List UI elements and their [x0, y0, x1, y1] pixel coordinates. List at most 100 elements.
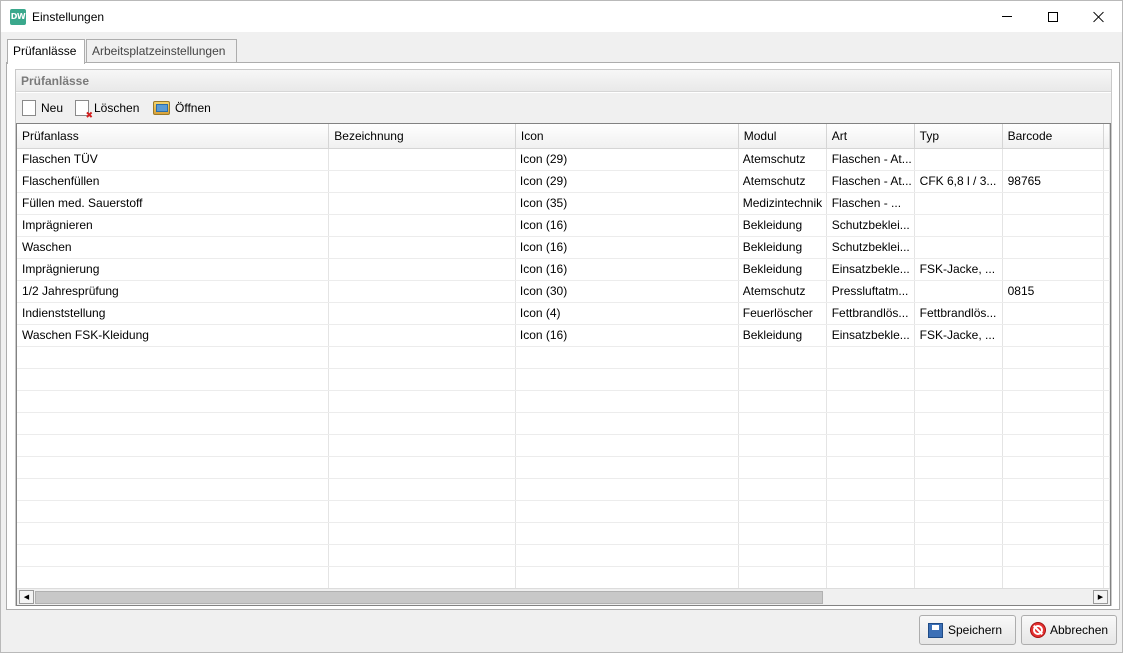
minimize-icon: [1002, 16, 1012, 17]
cancel-label: Abbrechen: [1050, 623, 1109, 637]
empty-cell: [1103, 412, 1110, 435]
cell-barcode: [1002, 324, 1104, 347]
app-logo-icon: DW: [10, 9, 26, 25]
col-header-icon[interactable]: Icon: [515, 124, 739, 149]
settings-window: DW Einstellungen Prüfanlässe Arbeitsplat…: [0, 0, 1123, 653]
table-row[interactable]: Flaschenfüllen Icon (29) Atemschutz Flasche…: [17, 170, 1110, 193]
empty-cell: [738, 390, 827, 413]
empty-cell: [1103, 368, 1110, 391]
table-row[interactable]: Imprägnieren Icon (16) Bekleidung Schutzbek…: [17, 214, 1110, 237]
empty-cell: [826, 566, 915, 589]
cell-pruefanlass: Waschen FSK-Kleidung: [17, 324, 330, 347]
empty-cell: [1002, 346, 1104, 369]
new-button[interactable]: Neu: [22, 99, 63, 117]
cell-filler: [1103, 148, 1110, 171]
open-button[interactable]: Öffnen: [153, 99, 211, 117]
cell-art: Schutzbeklei...: [826, 236, 915, 259]
scroll-right-button[interactable]: ▶: [1093, 590, 1108, 604]
col-header-typ[interactable]: Typ: [914, 124, 1003, 149]
group-title: Prüfanlässe: [16, 70, 1111, 92]
cell-art: Flaschen - At...: [826, 170, 915, 193]
col-header-filler: [1103, 124, 1110, 149]
table-row[interactable]: Waschen FSK-Kleidung Icon (16) Bekleidung E…: [17, 324, 1110, 347]
tab-pruefanlaesse[interactable]: Prüfanlässe: [7, 39, 85, 64]
table-row[interactable]: Waschen Icon (16) Bekleidung Schutzbeklei..…: [17, 236, 1110, 259]
cell-filler: [1103, 192, 1110, 215]
arrow-right-icon: ▶: [1097, 594, 1104, 601]
empty-cell: [1103, 544, 1110, 567]
empty-cell: [738, 346, 827, 369]
empty-cell: [328, 478, 516, 501]
cell-barcode: [1002, 236, 1104, 259]
table-row[interactable]: 1/2 Jahresprüfung Icon (30) Atemschutz Pres…: [17, 280, 1110, 303]
empty-cell: [1103, 390, 1110, 413]
empty-cell: [826, 412, 915, 435]
empty-cell: [738, 566, 827, 589]
col-header-modul[interactable]: Modul: [738, 124, 827, 149]
cell-pruefanlass: Füllen med. Sauerstoff: [17, 192, 330, 215]
save-button[interactable]: Speichern: [919, 615, 1016, 645]
empty-cell: [826, 478, 915, 501]
open-folder-icon: [153, 101, 170, 115]
close-icon: [1093, 11, 1105, 23]
col-header-pruefanlass[interactable]: Prüfanlass: [17, 124, 330, 149]
maximize-button[interactable]: [1030, 1, 1076, 32]
empty-cell: [826, 346, 915, 369]
empty-cell: [17, 478, 330, 501]
cancel-button[interactable]: Abbrechen: [1021, 615, 1117, 645]
scroll-left-button[interactable]: ◀: [19, 590, 34, 604]
empty-cell: [1002, 434, 1104, 457]
empty-cell: [515, 346, 739, 369]
empty-cell: [1103, 456, 1110, 479]
empty-cell: [328, 368, 516, 391]
data-grid[interactable]: Prüfanlass Bezeichnung Icon Modul Art Ty…: [16, 123, 1111, 606]
cancel-icon: [1030, 622, 1046, 638]
col-header-art[interactable]: Art: [826, 124, 915, 149]
new-document-icon: [22, 100, 36, 116]
cell-art: Pressluftatm...: [826, 280, 915, 303]
open-label: Öffnen: [175, 101, 211, 115]
empty-row: [17, 478, 1110, 501]
table-row[interactable]: Füllen med. Sauerstoff Icon (35) Medizinte…: [17, 192, 1110, 215]
close-button[interactable]: [1076, 1, 1122, 32]
col-header-bezeichnung[interactable]: Bezeichnung: [328, 124, 516, 149]
empty-cell: [328, 390, 516, 413]
empty-cell: [738, 368, 827, 391]
cell-art: Einsatzbekle...: [826, 258, 915, 281]
empty-row: [17, 346, 1110, 369]
empty-cell: [17, 434, 330, 457]
empty-cell: [1103, 346, 1110, 369]
empty-cell: [914, 412, 1003, 435]
empty-cell: [738, 478, 827, 501]
cell-filler: [1103, 324, 1110, 347]
empty-cell: [826, 500, 915, 523]
col-header-barcode[interactable]: Barcode: [1002, 124, 1104, 149]
cell-icon: Icon (29): [515, 148, 739, 171]
empty-cell: [1002, 544, 1104, 567]
empty-row: [17, 566, 1110, 589]
cell-modul: Bekleidung: [738, 236, 827, 259]
cell-barcode: 0815: [1002, 280, 1104, 303]
cell-pruefanlass: Imprägnieren: [17, 214, 330, 237]
empty-row: [17, 500, 1110, 523]
minimize-button[interactable]: [984, 1, 1030, 32]
table-row[interactable]: Flaschen TÜV Icon (29) Atemschutz Flaschen …: [17, 148, 1110, 171]
header-row: Prüfanlass Bezeichnung Icon Modul Art Ty…: [17, 124, 1110, 149]
tab-arbeitsplatzeinstellungen[interactable]: Arbeitsplatzeinstellungen: [86, 39, 237, 62]
empty-row: [17, 522, 1110, 545]
table-row[interactable]: Indienststellung Icon (4) Feuerlöscher Fett…: [17, 302, 1110, 325]
arrow-left-icon: ◀: [23, 594, 30, 601]
empty-row: [17, 368, 1110, 391]
table-row[interactable]: Imprägnierung Icon (16) Bekleidung Einsatzb…: [17, 258, 1110, 281]
empty-cell: [17, 390, 330, 413]
scrollbar-thumb[interactable]: [35, 591, 823, 604]
delete-button[interactable]: Löschen: [75, 99, 139, 120]
cell-art: Schutzbeklei...: [826, 214, 915, 237]
cell-icon: Icon (16): [515, 258, 739, 281]
empty-cell: [1002, 500, 1104, 523]
cell-modul: Atemschutz: [738, 148, 827, 171]
cell-bezeichnung: [328, 170, 516, 193]
horizontal-scrollbar[interactable]: ◀ ▶: [17, 588, 1110, 605]
empty-cell: [1103, 478, 1110, 501]
empty-cell: [914, 456, 1003, 479]
